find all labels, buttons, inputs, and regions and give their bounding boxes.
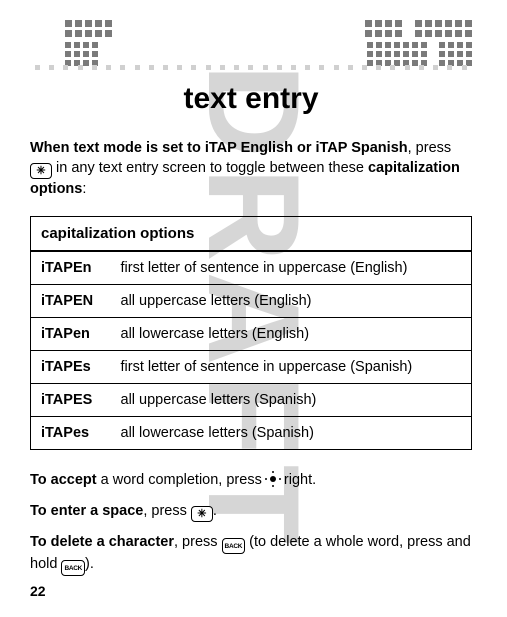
delete-text-d: ). <box>85 556 94 572</box>
intro-colon: : <box>82 181 86 197</box>
code-cell: iTAPen <box>31 317 111 350</box>
mode-itap-english: iTAP English <box>205 140 293 156</box>
intro-text-c: in any text entry screen to toggle betwe… <box>52 160 368 176</box>
intro-text-b: , press <box>408 140 452 156</box>
delete-paragraph: To delete a character, press (to delete … <box>30 532 472 576</box>
code-cell: iTAPes <box>31 416 111 449</box>
desc-cell: all uppercase letters (English) <box>111 284 472 317</box>
space-period: . <box>213 503 217 519</box>
accept-paragraph: To accept a word completion, press right… <box>30 470 472 491</box>
code-cell: iTAPEN <box>31 284 111 317</box>
table-header: capitalization options <box>31 216 472 251</box>
accept-text: a word completion, press <box>97 472 266 488</box>
delete-text-b: , press <box>174 534 222 550</box>
code-cell: iTAPEn <box>31 251 111 285</box>
page-title: text entry <box>30 82 472 116</box>
desc-cell: all lowercase letters (English) <box>111 317 472 350</box>
code-cell: iTAPEs <box>31 350 111 383</box>
delete-lead: To delete a character <box>30 534 174 550</box>
desc-cell: all uppercase letters (Spanish) <box>111 383 472 416</box>
intro-paragraph: When text mode is set to iTAP English or… <box>30 138 472 200</box>
desc-cell: first letter of sentence in uppercase (S… <box>111 350 472 383</box>
nav-key-icon <box>266 472 280 486</box>
capitalization-options-table: capitalization options iTAPEnfirst lette… <box>30 216 472 450</box>
intro-or: or <box>293 140 316 156</box>
table-row: iTAPEnfirst letter of sentence in upperc… <box>31 251 472 285</box>
space-text: , press <box>143 503 191 519</box>
table-row: iTAPENall uppercase letters (English) <box>31 284 472 317</box>
back-key-icon <box>61 560 85 576</box>
table-row: iTAPEsfirst letter of sentence in upperc… <box>31 350 472 383</box>
star-key-icon <box>191 506 213 522</box>
intro-lead: When text mode is set to <box>30 140 201 156</box>
code-cell: iTAPES <box>31 383 111 416</box>
accept-right: right. <box>280 472 316 488</box>
desc-cell: all lowercase letters (Spanish) <box>111 416 472 449</box>
table-row: iTAPESall uppercase letters (Spanish) <box>31 383 472 416</box>
mode-itap-spanish: iTAP Spanish <box>316 140 408 156</box>
page-number: 22 <box>30 583 46 599</box>
star-key-icon <box>30 163 52 179</box>
table-row: iTAPesall lowercase letters (Spanish) <box>31 416 472 449</box>
space-paragraph: To enter a space, press . <box>30 501 472 522</box>
table-row: iTAPenall lowercase letters (English) <box>31 317 472 350</box>
desc-cell: first letter of sentence in uppercase (E… <box>111 251 472 285</box>
accept-lead: To accept <box>30 472 97 488</box>
page-content: text entry When text mode is set to iTAP… <box>30 20 472 576</box>
space-lead: To enter a space <box>30 503 143 519</box>
header-decoration <box>30 20 472 80</box>
back-key-icon <box>222 538 246 554</box>
